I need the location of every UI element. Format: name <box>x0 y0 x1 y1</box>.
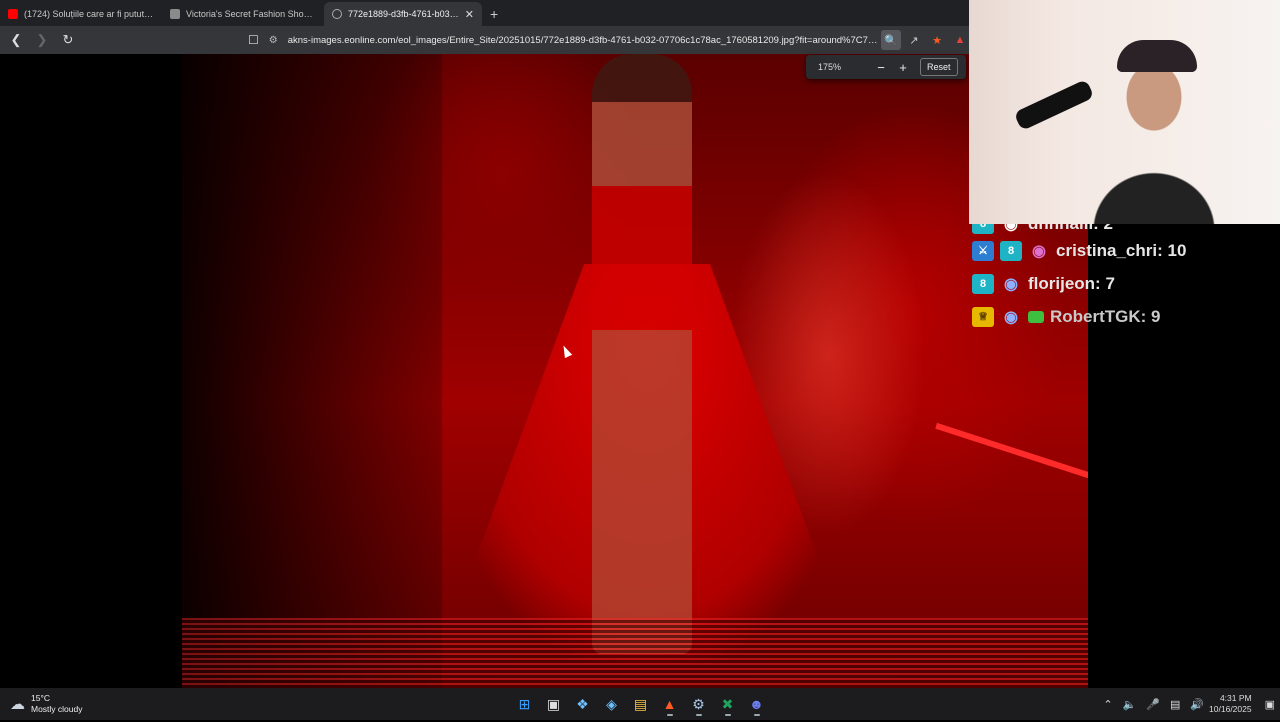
file-explorer-icon[interactable]: ▤ <box>628 691 654 717</box>
chat-text: RobertTGK: 9 <box>1050 306 1161 326</box>
chat-message: ♕ ◉ RobertTGK: 9 <box>972 300 1272 333</box>
edge-icon[interactable]: ◈ <box>599 691 625 717</box>
url-text: akns-images.eonline.com/eol_images/Entir… <box>287 34 878 46</box>
youtube-icon <box>8 9 18 19</box>
chat-message: 8 ◉ dnnnaiii: 2 <box>972 224 1272 234</box>
windows-start-icon[interactable]: ⊞ <box>512 691 538 717</box>
chat-message: 8 ◉ florijeon: 7 <box>972 267 1272 300</box>
excel-icon[interactable]: ✖ <box>715 691 741 717</box>
photo-floor <box>182 618 1088 688</box>
brave-shields-icon[interactable]: ★ <box>927 30 947 50</box>
browser-toolbar: ❮ ❯ ↻ ☐ ⚙ akns-images.eonline.com/eol_im… <box>0 26 970 54</box>
webcam-overlay <box>969 0 1280 224</box>
chat-text: cristina_chri: 10 <box>1056 240 1187 260</box>
weather-widget[interactable]: ☁ 15°C Mostly cloudy <box>10 693 210 715</box>
tab-title: Victoria's Secret Fashion Show 2025: <box>186 9 316 19</box>
zoom-icon[interactable]: 🔍 <box>881 30 901 50</box>
moderator-badge-icon: ⚔ <box>972 240 994 261</box>
tab-title: 772e1889-d3fb-4761-b032-077 <box>348 9 461 19</box>
green-badge-icon <box>1028 310 1044 323</box>
copilot-icon[interactable]: ❖ <box>570 691 596 717</box>
system-tray: ⌃ 🔈 🎤 ▤ 🔊 4:31 PM 10/16/2025 ▣ <box>1098 688 1280 720</box>
tab-eonline[interactable]: Victoria's Secret Fashion Show 2025: <box>162 2 324 26</box>
speaker-icon[interactable]: 🔈 <box>1123 698 1137 711</box>
chevron-up-icon[interactable]: ⌃ <box>1103 698 1112 711</box>
taskbar-apps: ⊞ ▣ ❖ ◈ ▤ ▲ ⚙ ✖ ☻ <box>510 688 771 720</box>
photo-model <box>592 54 692 654</box>
emote-icon: ◉ <box>1032 242 1046 260</box>
chat-text: dnnnaiii: 2 <box>1028 224 1113 234</box>
share-icon[interactable]: ↗ <box>904 30 924 50</box>
task-view-icon[interactable]: ▣ <box>541 691 567 717</box>
address-bar[interactable]: ⚙ akns-images.eonline.com/eol_images/Ent… <box>269 29 878 51</box>
chat-text: florijeon: 7 <box>1028 273 1115 293</box>
emote-icon: ◉ <box>1004 224 1018 233</box>
new-tab-button[interactable]: + <box>490 6 498 22</box>
chat-overlay: 8 ◉ dnnnaiii: 2 ⚔ 8 ◉ cristina_chri: 10 … <box>972 224 1272 333</box>
zoom-popup: 175% − + Reset <box>806 55 966 79</box>
taskbar: ☁ 15°C Mostly cloudy ⊞ ▣ ❖ ◈ ▤ ▲ ⚙ ✖ ☻ ⌃… <box>0 688 1280 720</box>
discord-icon[interactable]: ☻ <box>744 691 770 717</box>
tab-youtube[interactable]: (1724) Soluțiile care ar fi putut împied… <box>0 2 162 26</box>
bookmark-icon[interactable]: ☐ <box>248 33 259 47</box>
network-icon[interactable]: ▤ <box>1170 698 1180 711</box>
notification-icon[interactable]: ▣ <box>1265 698 1275 711</box>
microphone-icon[interactable]: 🎤 <box>1146 698 1160 711</box>
tab-image[interactable]: 772e1889-d3fb-4761-b032-077 ✕ <box>324 2 482 26</box>
steam-icon[interactable]: ⚙ <box>686 691 712 717</box>
tab-title: (1724) Soluțiile care ar fi putut împied… <box>24 9 154 19</box>
streamer-cap <box>1117 40 1197 72</box>
crown-badge-icon: ♕ <box>972 306 994 327</box>
runway-photo <box>182 54 1088 688</box>
weather-condition: Mostly cloudy <box>31 704 83 714</box>
subscriber-badge-icon: 8 <box>972 273 994 294</box>
subscriber-badge-icon: 8 <box>1000 240 1022 261</box>
eonline-icon <box>170 9 180 19</box>
weather-temp: 15°C <box>31 693 50 703</box>
brave-rewards-icon[interactable]: ▲ <box>950 30 970 50</box>
clock[interactable]: 4:31 PM 10/16/2025 <box>1209 693 1252 715</box>
emote-icon: ◉ <box>1004 308 1018 326</box>
emote-icon: ◉ <box>1004 275 1018 293</box>
globe-icon <box>332 9 342 19</box>
forward-button[interactable]: ❯ <box>32 30 52 50</box>
zoom-reset-button[interactable]: Reset <box>920 58 958 76</box>
date: 10/16/2025 <box>1209 704 1252 714</box>
time: 4:31 PM <box>1219 693 1252 703</box>
site-info-icon[interactable]: ⚙ <box>269 35 278 46</box>
brave-icon[interactable]: ▲ <box>657 691 683 717</box>
zoom-in-button[interactable]: + <box>892 60 914 75</box>
photo-shadow <box>182 54 442 688</box>
zoom-out-button[interactable]: − <box>870 60 892 75</box>
zoom-level: 175% <box>818 62 842 72</box>
reload-button[interactable]: ↻ <box>58 30 78 50</box>
subscriber-badge-icon: 8 <box>972 224 994 234</box>
cloud-icon: ☁ <box>10 696 25 713</box>
chat-message: ⚔ 8 ◉ cristina_chri: 10 <box>972 234 1272 267</box>
volume-icon[interactable]: 🔊 <box>1190 698 1204 711</box>
close-icon[interactable]: ✕ <box>461 8 474 21</box>
tab-bar: (1724) Soluțiile care ar fi putut împied… <box>0 0 970 26</box>
back-button[interactable]: ❮ <box>6 30 26 50</box>
photo-light-stripe <box>935 422 1088 482</box>
